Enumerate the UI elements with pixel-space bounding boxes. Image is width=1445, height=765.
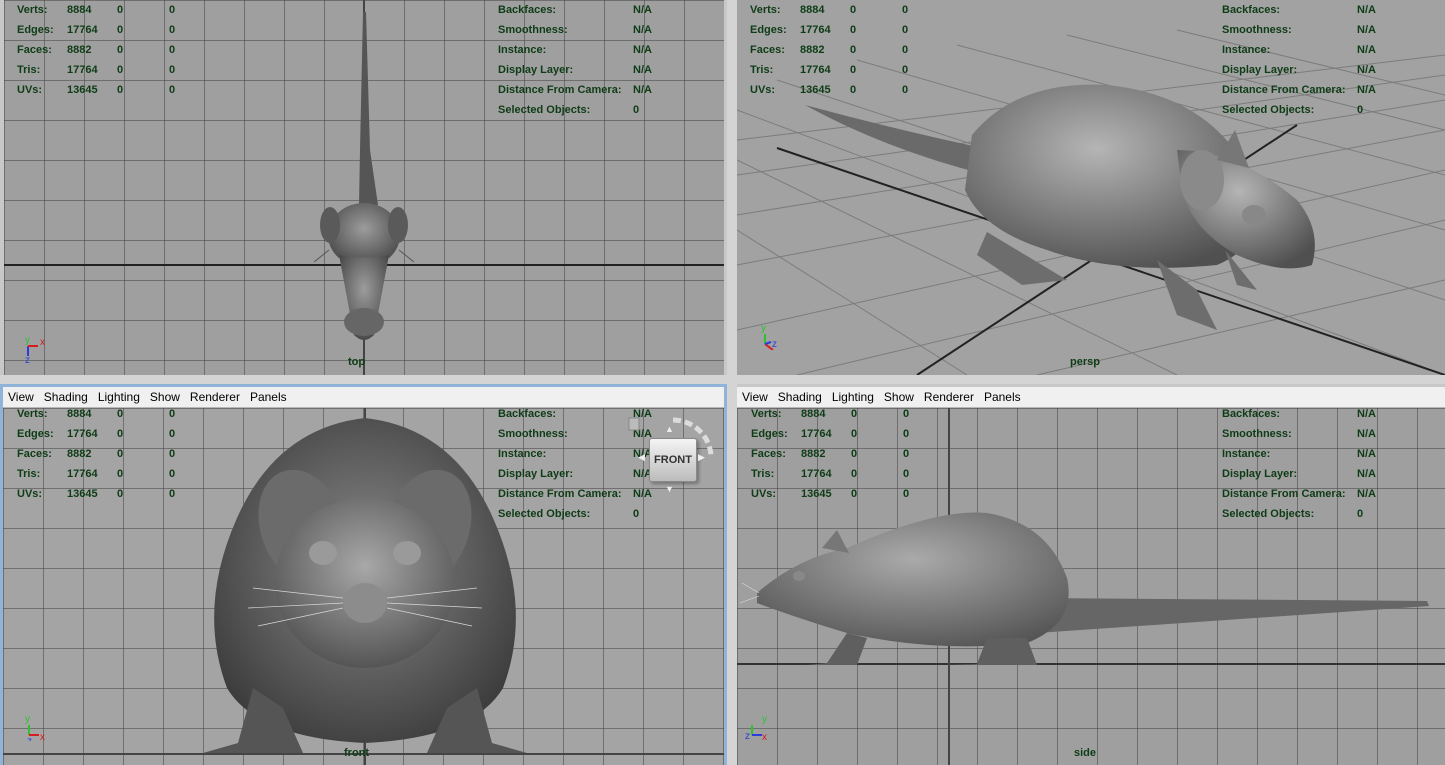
menu-view[interactable]: View [3,390,39,404]
viewcube-arrow-left-icon[interactable]: ◀ [638,452,645,463]
hud-row: Selected Objects: 0 [498,508,640,520]
hud-row: Backfaces: N/A [1222,408,1376,420]
svg-text:y: y [25,714,30,725]
hud-row: Faces: 8882 0 0 [17,44,176,56]
hud-poly-stats: Verts: 8884 0 0 Edges: 17764 0 0 Faces: 8882 0 0 … [17,0,199,100]
hud-row: Edges: 17764 0 0 [750,24,909,36]
camera-label: side [1074,747,1097,759]
hud-row: Edges: 17764 0 0 [17,24,176,36]
viewport-persp[interactable]: Verts: 8884 0 0 Edges: 17764 0 0 Faces: 8882 0 0 … [737,0,1445,375]
hud-row: Tris: 17764 0 0 [750,64,909,76]
hud-row: Smoothness: N/A [498,24,652,36]
hud-poly-stats: Verts: 8884 0 0 Edges: 17764 0 0 Faces: 8882 0 0 … [750,0,932,100]
menu-shading[interactable]: Shading [39,390,93,404]
hud-row: Faces: 8882 0 0 [17,448,176,460]
axis-gizmo-icon: y x z [25,335,45,364]
camera-label: top [348,356,366,368]
viewcube-arrow-up-icon[interactable]: ▲ [665,424,674,434]
hud-row: UVs: 13645 0 0 [751,488,910,500]
svg-text:z: z [25,355,30,364]
hud-row: Edges: 17764 0 0 [751,428,910,440]
hud-poly-stats: Verts: 8884 0 0 Edges: 17764 0 0 Faces: 8882 0 0 … [17,408,199,504]
axis-gizmo-icon: y z [761,323,777,350]
hud-row: Distance From Camera: N/A [498,84,652,96]
camera-label: front [344,747,370,759]
menu-lighting[interactable]: Lighting [827,390,879,404]
hud-poly-stats: Verts: 8884 0 0 Edges: 17764 0 0 Faces: 8882 0 0 … [751,408,933,504]
hud-row: UVs: 13645 0 0 [17,488,176,500]
hud-row: Selected Objects: 0 [498,104,640,116]
svg-text:y: y [25,335,30,346]
hud-object-info: Backfaces: N/A Smoothness: N/A Instance: N/… [1222,408,1376,524]
hud-row: Faces: 8882 0 0 [750,44,909,56]
hud-row: Verts: 8884 0 0 [750,4,909,16]
hud-row: Distance From Camera: N/A [1222,84,1376,96]
hud-row: Distance From Camera: N/A [1222,488,1376,500]
axis-gizmo-icon: y z x [745,714,767,741]
menu-renderer[interactable]: Renderer [919,390,979,404]
panel-divider[interactable] [727,0,737,765]
viewcube-front[interactable]: FRONT [649,438,697,482]
viewport-menubar: View Shading Lighting Show Renderer Pane… [3,387,724,408]
hud-row: Tris: 17764 0 0 [17,468,176,480]
viewcube-arrow-right-icon[interactable]: ▶ [698,452,705,463]
hud-object-info: Backfaces: N/A Smoothness: N/A Instance: N/… [498,0,652,120]
svg-text:x: x [40,337,45,348]
hud-row: Backfaces: N/A [1222,4,1376,16]
hud-row: Verts: 8884 0 0 [751,408,910,420]
svg-text:x: x [762,732,767,741]
menu-renderer[interactable]: Renderer [185,390,245,404]
hud-row: Display Layer: N/A [1222,468,1376,480]
hud-row: Smoothness: N/A [1222,24,1376,36]
hud-row: Display Layer: N/A [498,64,652,76]
hud-row: Display Layer: N/A [1222,64,1376,76]
svg-text:z: z [27,736,32,741]
menu-shading[interactable]: Shading [773,390,827,404]
viewport-menubar: View Shading Lighting Show Renderer Pane… [737,387,1445,408]
hud-row: Instance: N/A [1222,44,1376,56]
hud-row: Instance: N/A [498,44,652,56]
viewcube-arrow-down-icon[interactable]: ▼ [665,484,674,494]
menu-panels[interactable]: Panels [979,390,1026,404]
svg-text:y: y [762,714,767,725]
hud-row: Tris: 17764 0 0 [17,64,176,76]
menu-panels[interactable]: Panels [245,390,292,404]
hud-row: Edges: 17764 0 0 [17,428,176,440]
panel-divider[interactable] [0,375,1445,384]
menu-show[interactable]: Show [879,390,919,404]
viewport-front[interactable]: Verts: 8884 0 0 Edges: 17764 0 0 Faces: 8882 0 0 … [3,408,724,765]
hud-row: Tris: 17764 0 0 [751,468,910,480]
menu-view[interactable]: View [737,390,773,404]
menu-lighting[interactable]: Lighting [93,390,145,404]
hud-object-info: Backfaces: N/A Smoothness: N/A Instance: N/… [1222,0,1376,120]
svg-text:y: y [761,323,766,334]
hud-row: UVs: 13645 0 0 [750,84,909,96]
hud-row: Selected Objects: 0 [1222,104,1364,116]
hud-row: Verts: 8884 0 0 [17,4,176,16]
menu-show[interactable]: Show [145,390,185,404]
svg-text:z: z [745,731,750,741]
camera-label: persp [1070,356,1100,368]
viewport-side[interactable]: Verts: 8884 0 0 Edges: 17764 0 0 Faces: 8882 0 0 … [737,408,1445,765]
viewport-top[interactable]: Verts: 8884 0 0 Edges: 17764 0 0 Faces: 8882 0 0 … [4,0,724,375]
hud-row: UVs: 13645 0 0 [17,84,176,96]
svg-text:z: z [772,339,777,350]
svg-text:x: x [40,732,45,741]
axis-gizmo-icon: y z x [25,714,45,741]
hud-row: Smoothness: N/A [1222,428,1376,440]
hud-row: Faces: 8882 0 0 [751,448,910,460]
hud-row: Instance: N/A [1222,448,1376,460]
hud-row: Backfaces: N/A [498,4,652,16]
hud-row: Selected Objects: 0 [1222,508,1364,520]
hud-row: Verts: 8884 0 0 [17,408,176,420]
